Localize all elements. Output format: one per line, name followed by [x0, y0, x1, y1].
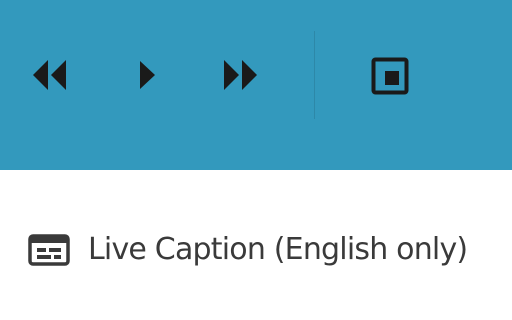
live-caption-toggle[interactable]: Live Caption (English only) [0, 224, 512, 274]
picture-in-picture-button[interactable] [369, 55, 411, 97]
media-controls-bar [0, 0, 512, 170]
live-caption-label: Live Caption (English only) [88, 232, 468, 267]
play-icon [140, 61, 155, 89]
media-popup: Live Caption (English only) [0, 0, 512, 320]
caption-panel: Live Caption (English only) [0, 170, 512, 320]
controls-divider [314, 31, 315, 119]
rewind-icon [33, 60, 66, 90]
play-button[interactable] [135, 57, 159, 93]
fast-forward-button[interactable] [221, 57, 261, 93]
closed-caption-icon [27, 232, 71, 268]
picture-in-picture-icon [371, 57, 409, 95]
fast-forward-icon [224, 60, 257, 90]
rewind-button[interactable] [31, 57, 69, 93]
